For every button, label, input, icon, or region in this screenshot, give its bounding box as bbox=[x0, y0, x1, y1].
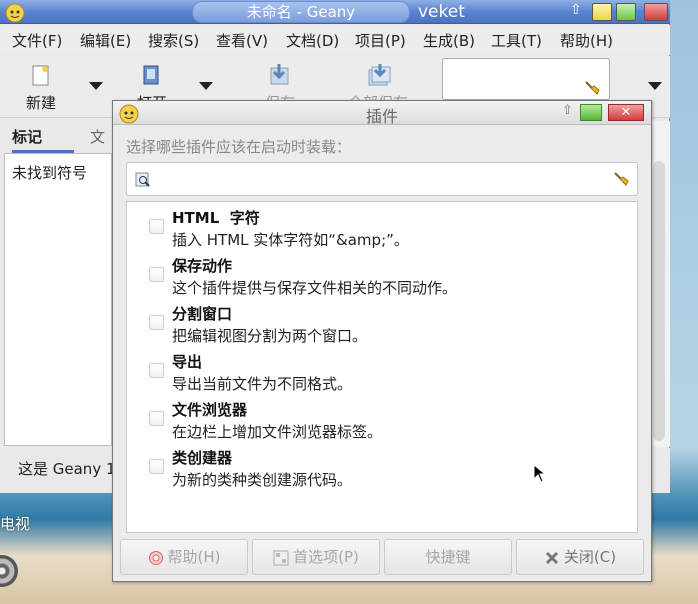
menu-tools[interactable]: 工具(T) bbox=[491, 30, 542, 51]
plugin-enable-checkbox[interactable] bbox=[149, 411, 164, 426]
plugin-description: 这个插件提供与保存文件相关的不同动作。 bbox=[172, 279, 458, 297]
window-title: 未命名 - Geany bbox=[192, 1, 410, 23]
preferences-icon bbox=[273, 550, 289, 566]
help-button[interactable]: 帮助(H) bbox=[120, 539, 248, 575]
plugin-row[interactable]: 保存动作 这个插件提供与保存文件相关的不同动作。 bbox=[127, 252, 637, 300]
menubar: 文件(F) 编辑(E) 搜索(S) 查看(V) 文档(D) 项目(P) 生成(B… bbox=[0, 25, 670, 55]
menu-edit[interactable]: 编辑(E) bbox=[80, 30, 131, 51]
menu-help[interactable]: 帮助(H) bbox=[560, 30, 613, 51]
desktop-disc-icon[interactable] bbox=[0, 555, 18, 587]
help-lifebuoy-icon bbox=[148, 550, 164, 566]
plugin-description: 插入 HTML 实体字符如“&amp;”。 bbox=[172, 231, 409, 249]
help-button-label: 帮助(H) bbox=[167, 548, 221, 566]
plugin-name: 分割窗口 bbox=[172, 305, 233, 323]
plugin-enable-checkbox[interactable] bbox=[149, 219, 164, 234]
plugin-name: 类创建器 bbox=[172, 449, 233, 467]
menu-search[interactable]: 搜索(S) bbox=[148, 30, 199, 51]
clear-broom-icon[interactable] bbox=[583, 79, 601, 97]
preferences-button-label: 首选项(P) bbox=[293, 548, 359, 566]
save-icon bbox=[268, 64, 292, 86]
plugin-row[interactable]: 文件浏览器 在边栏上增加文件浏览器标签。 bbox=[127, 396, 637, 444]
dialog-maximize-button[interactable] bbox=[580, 104, 602, 121]
minimize-button[interactable] bbox=[592, 3, 612, 21]
maximize-button[interactable] bbox=[616, 3, 636, 21]
plugin-enable-checkbox[interactable] bbox=[149, 267, 164, 282]
open-folder-icon bbox=[141, 64, 163, 86]
plugin-description: 导出当前文件为不同格式。 bbox=[172, 375, 353, 393]
menu-project[interactable]: 项目(P) bbox=[355, 30, 406, 51]
plugin-description: 为新的类种类创建源代码。 bbox=[172, 471, 353, 489]
menu-file[interactable]: 文件(F) bbox=[12, 30, 62, 51]
keybindings-button[interactable]: 快捷键 bbox=[384, 539, 512, 575]
plugin-description: 把编辑视图分割为两个窗口。 bbox=[172, 327, 368, 345]
save-all-icon bbox=[366, 64, 392, 86]
plugin-row[interactable]: 类创建器 为新的类种类创建源代码。 bbox=[127, 444, 637, 492]
plugin-name: 导出 bbox=[172, 353, 203, 371]
plugin-row[interactable]: HTML 字符 插入 HTML 实体字符如“&amp;”。 bbox=[127, 204, 637, 252]
plugin-enable-checkbox[interactable] bbox=[149, 459, 164, 474]
dialog-close-button[interactable]: ✕ bbox=[608, 104, 644, 121]
toolbar-overflow-icon[interactable] bbox=[648, 82, 662, 90]
keybindings-button-label: 快捷键 bbox=[425, 548, 471, 566]
plugin-list: HTML 字符 插入 HTML 实体字符如“&amp;”。 保存动作 这个插件提… bbox=[126, 201, 638, 533]
desktop-tv-label[interactable]: 电视 bbox=[0, 513, 30, 534]
new-file-icon bbox=[31, 65, 51, 87]
dialog-shade-icon[interactable]: ⇧ bbox=[562, 103, 573, 118]
geany-logo-icon[interactable] bbox=[2, 0, 28, 24]
menu-document[interactable]: 文档(D) bbox=[286, 30, 339, 51]
main-titlebar[interactable]: 未命名 - Geany veket ⇧ bbox=[0, 0, 670, 24]
close-button[interactable]: 关闭(C) bbox=[516, 539, 644, 575]
preferences-button[interactable]: 首选项(P) bbox=[252, 539, 380, 575]
close-window-button[interactable] bbox=[644, 3, 668, 21]
new-button[interactable]: 新建 bbox=[18, 56, 64, 116]
new-dropdown-icon[interactable] bbox=[89, 82, 103, 90]
open-dropdown-icon[interactable] bbox=[199, 82, 213, 90]
plugin-enable-checkbox[interactable] bbox=[149, 315, 164, 330]
plugin-name: HTML 字符 bbox=[172, 209, 260, 227]
search-icon bbox=[135, 172, 151, 188]
sidebar-tabs: 标记 文档 bbox=[4, 121, 110, 178]
plugin-description: 在边栏上增加文件浏览器标签。 bbox=[172, 423, 383, 441]
close-x-icon bbox=[544, 550, 560, 566]
filter-clear-icon[interactable] bbox=[612, 170, 630, 188]
plugin-row[interactable]: 导出 导出当前文件为不同格式。 bbox=[127, 348, 637, 396]
plugin-row[interactable]: 分割窗口 把编辑视图分割为两个窗口。 bbox=[127, 300, 637, 348]
tab-symbols[interactable]: 标记 bbox=[12, 121, 74, 153]
plugin-manager-dialog: 插件 ⇧ ✕ 选择哪些插件应该在启动时装载： HTML 字符 插入 HTML 实… bbox=[112, 100, 652, 582]
mouse-cursor-icon bbox=[533, 464, 547, 484]
status-message: 这是 Geany 1 bbox=[18, 460, 116, 478]
plugin-enable-checkbox[interactable] bbox=[149, 363, 164, 378]
titlebar-shade-icon[interactable]: ⇧ bbox=[570, 2, 582, 18]
symbols-panel: 未找到符号 bbox=[4, 153, 112, 446]
editor-scrollbar[interactable] bbox=[653, 161, 665, 441]
window-user-label: veket bbox=[418, 2, 465, 22]
plugin-name: 保存动作 bbox=[172, 257, 233, 275]
dialog-instruction: 选择哪些插件应该在启动时装载： bbox=[126, 138, 352, 156]
plugin-name: 文件浏览器 bbox=[172, 401, 248, 419]
plugin-filter-input[interactable] bbox=[126, 162, 638, 196]
no-symbols-text: 未找到符号 bbox=[12, 164, 88, 182]
menu-view[interactable]: 查看(V) bbox=[216, 30, 268, 51]
close-button-label: 关闭(C) bbox=[563, 548, 617, 566]
dialog-titlebar[interactable]: 插件 ⇧ ✕ bbox=[113, 101, 651, 126]
toolbar-search-entry[interactable] bbox=[442, 58, 610, 100]
tab-documents[interactable]: 文档 bbox=[90, 121, 110, 178]
menu-build[interactable]: 生成(B) bbox=[423, 30, 475, 51]
new-button-label: 新建 bbox=[25, 94, 56, 112]
